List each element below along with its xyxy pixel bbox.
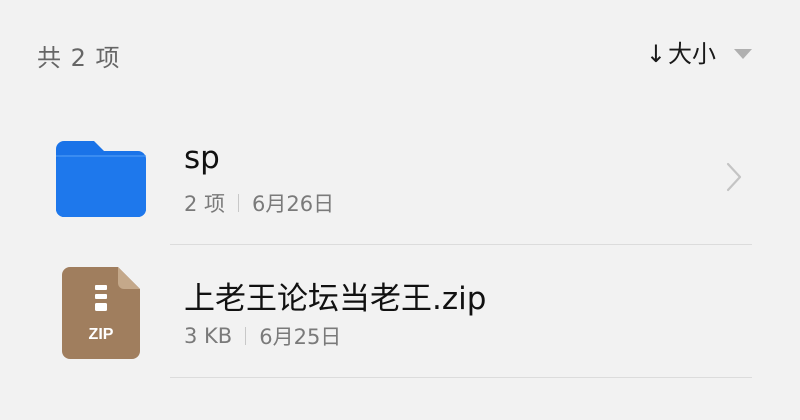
file-meta: 3 KB 6月25日 — [184, 321, 341, 351]
chevron-right-icon — [726, 162, 742, 192]
sort-label: 大小 — [668, 40, 716, 68]
meta-separator — [245, 327, 247, 345]
list-item-zip[interactable]: ZIP 上老王论坛当老王.zip 3 KB 6月25日 — [0, 245, 800, 378]
list-header: 共 2 项 ↓ 大小 — [0, 0, 800, 105]
folder-icon — [56, 141, 146, 217]
list-item-folder[interactable]: sp 2 项 6月26日 — [0, 112, 800, 245]
modified-date: 6月26日 — [252, 192, 335, 216]
file-browser: { "header": { "item_count": "共 2 项", "so… — [0, 0, 800, 420]
file-size: 3 KB — [184, 324, 233, 348]
item-count-label: 共 2 项 — [37, 44, 121, 72]
zip-icon-label: ZIP — [89, 326, 114, 343]
caret-down-icon[interactable] — [734, 49, 752, 59]
zip-file-icon: ZIP — [62, 267, 140, 359]
modified-date: 6月25日 — [259, 325, 342, 349]
sort-by-size-button[interactable]: ↓ 大小 — [646, 34, 752, 74]
file-name: 上老王论坛当老王.zip — [184, 281, 487, 317]
meta-separator — [238, 194, 240, 212]
row-divider — [170, 377, 752, 378]
item-count: 2 项 — [184, 192, 226, 216]
file-name: sp — [184, 140, 220, 176]
file-list: sp 2 项 6月26日 ZIP 上老王论坛当老王.zip 3 KB 6月25日 — [0, 112, 800, 378]
sort-direction-arrow-icon: ↓ — [645, 40, 666, 68]
file-meta: 2 项 6月26日 — [184, 188, 334, 218]
